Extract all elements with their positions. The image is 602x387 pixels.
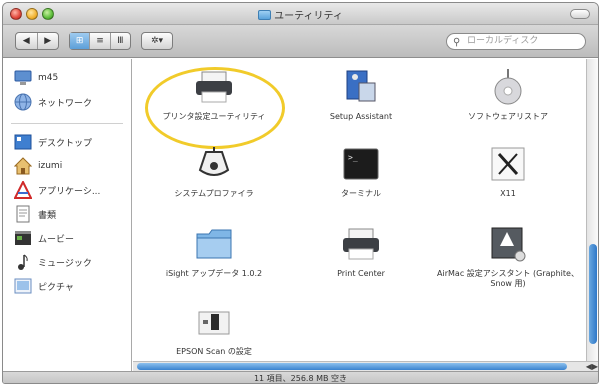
horizontal-scrollbar[interactable]: ◀▶ <box>133 361 598 371</box>
app-label: ソフトウェアリストア <box>468 112 548 121</box>
software-restore-icon <box>486 67 530 107</box>
app-label: ターミナル <box>341 189 381 198</box>
file-icon-grid: プリンタ設定ユーティリティ Setup Assistant ソフトウェアリストア… <box>133 59 588 361</box>
sidebar-item-label: ピクチャ <box>38 282 74 293</box>
svg-text:>_: >_ <box>348 153 358 162</box>
documents-icon <box>13 205 33 223</box>
sidebar-item-applications[interactable]: アプリケーシ... <box>13 179 128 201</box>
sidebar-item-movies[interactable]: ムービー <box>13 227 128 249</box>
setup-assistant-icon <box>339 67 383 107</box>
title-bar[interactable]: ユーティリティ <box>3 3 598 25</box>
window-title: ユーティリティ <box>274 11 343 22</box>
vertical-scroll-thumb[interactable] <box>589 244 597 344</box>
sidebar-item-label: m45 <box>38 73 59 83</box>
search-field[interactable]: ⚲ ローカルディスク <box>446 33 586 50</box>
epson-scan-icon <box>192 302 236 342</box>
system-profiler-icon <box>192 144 236 184</box>
desktop-icon <box>13 133 33 151</box>
gear-icon: ✲▾ <box>150 36 164 46</box>
action-menu-button[interactable]: ✲▾ <box>141 32 173 50</box>
globe-icon <box>13 93 33 111</box>
applications-icon <box>13 181 33 199</box>
printer-icon <box>192 67 236 107</box>
movies-icon <box>13 229 33 247</box>
status-bar: 11 項目、256.8 MB 空き <box>3 371 598 383</box>
nav-buttons: ◀ ▶ <box>15 32 59 50</box>
back-button[interactable]: ◀ <box>16 33 37 49</box>
app-software-restore[interactable]: ソフトウェアリストア <box>433 67 583 135</box>
home-icon <box>13 157 33 175</box>
sidebar-divider <box>11 123 123 124</box>
x11-icon <box>486 144 530 184</box>
horizontal-scroll-thumb[interactable] <box>137 363 567 370</box>
icon-view-button[interactable]: ⊞ <box>70 33 90 49</box>
pictures-icon <box>13 277 33 295</box>
sidebar-item-label: デスクトップ <box>38 138 93 149</box>
app-x11[interactable]: X11 <box>433 144 583 212</box>
sidebar-item-desktop[interactable]: デスクトップ <box>13 131 128 153</box>
sidebar-item-pictures[interactable]: ピクチャ <box>13 275 128 297</box>
sidebar-item-label: izumi <box>38 161 63 171</box>
view-mode-buttons: ⊞ ≡ Ⅲ <box>69 32 131 50</box>
toolbar-toggle-button[interactable] <box>570 9 590 19</box>
app-label: システムプロファイラ <box>174 189 254 198</box>
toolbar: ◀ ▶ ⊞ ≡ Ⅲ ✲▾ ⚲ ローカルディスク <box>3 25 598 58</box>
app-airmac-setup-assistant[interactable]: AirMac 設定アシスタント (Graphite、Snow 用) <box>433 224 583 292</box>
sidebar-item-label: 書類 <box>38 210 57 221</box>
app-setup-assistant[interactable]: Setup Assistant <box>286 67 436 135</box>
app-label: Print Center <box>337 269 385 278</box>
search-icon: ⚲ <box>453 37 461 48</box>
terminal-icon: >_ <box>339 144 383 184</box>
folder-icon <box>192 224 236 264</box>
vertical-scrollbar[interactable] <box>586 59 598 361</box>
app-print-center[interactable]: Print Center <box>286 224 436 292</box>
scroll-arrows-icon[interactable]: ◀▶ <box>586 362 598 371</box>
window-title-container: ユーティリティ <box>3 7 598 22</box>
folder-icon <box>258 10 272 20</box>
sidebar-item-label: アプリケーシ... <box>38 186 101 197</box>
status-text: 11 項目、256.8 MB 空き <box>253 374 348 383</box>
app-system-profiler[interactable]: システムプロファイラ <box>139 144 289 212</box>
printer-icon <box>339 224 383 264</box>
app-label: X11 <box>500 189 516 198</box>
app-label: Setup Assistant <box>329 112 393 121</box>
sidebar: m45 ネットワーク デスクトップ izumi アプリケーシ... 書類 ムービ… <box>3 59 132 371</box>
search-placeholder: ローカルディスク <box>467 36 539 46</box>
app-epson-scan-settings[interactable]: EPSON Scan の設定 <box>139 302 289 361</box>
column-view-button[interactable]: Ⅲ <box>109 33 130 49</box>
app-isight-updater[interactable]: iSight アップデータ 1.0.2 <box>139 224 289 292</box>
finder-window: ユーティリティ ◀ ▶ ⊞ ≡ Ⅲ ✲▾ ⚲ ローカルディスク m45 ネットワ… <box>2 2 599 384</box>
sidebar-item-network[interactable]: ネットワーク <box>13 91 128 113</box>
sidebar-item-label: ムービー <box>38 234 75 245</box>
computer-icon <box>13 69 33 87</box>
app-terminal[interactable]: >_ ターミナル <box>286 144 436 212</box>
sidebar-item-m45[interactable]: m45 <box>13 67 128 89</box>
sidebar-item-label: ミュージック <box>38 258 92 269</box>
sidebar-item-label: ネットワーク <box>38 98 93 109</box>
music-icon <box>13 253 33 271</box>
airmac-icon <box>486 224 530 264</box>
sidebar-item-documents[interactable]: 書類 <box>13 203 128 225</box>
list-view-button[interactable]: ≡ <box>89 33 109 49</box>
forward-button[interactable]: ▶ <box>36 33 59 49</box>
app-label: AirMac 設定アシスタント (Graphite、Snow 用) <box>437 269 579 288</box>
app-label: EPSON Scan の設定 <box>176 347 252 356</box>
app-printer-setup-utility[interactable]: プリンタ設定ユーティリティ <box>139 67 289 135</box>
sidebar-item-music[interactable]: ミュージック <box>13 251 128 273</box>
app-label: iSight アップデータ 1.0.2 <box>165 269 263 278</box>
sidebar-item-home[interactable]: izumi <box>13 155 128 177</box>
app-label: プリンタ設定ユーティリティ <box>162 112 266 121</box>
